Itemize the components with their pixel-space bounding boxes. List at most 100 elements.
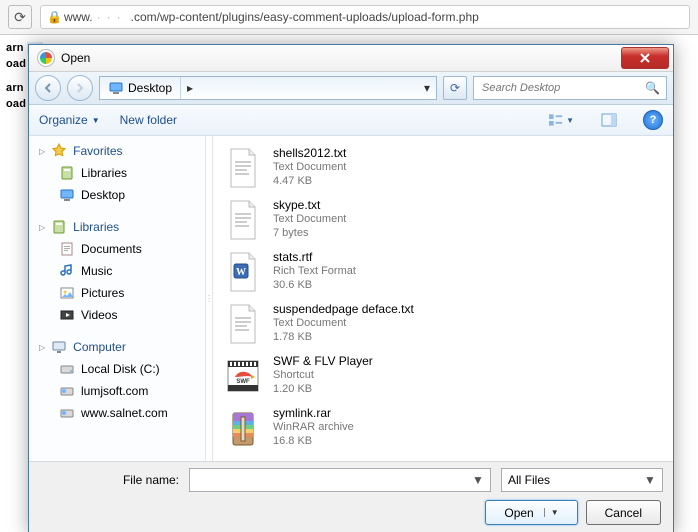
open-button[interactable]: Open ▼ [485,500,577,525]
file-name: symlink.rar [273,406,354,420]
search-input[interactable] [480,81,645,95]
pic-icon [59,285,75,301]
file-size: 16.8 KB [273,434,354,448]
file-filter[interactable]: All Files ▼ [501,468,663,492]
sidebar-item[interactable]: Pictures [29,282,205,304]
hdd-icon [59,361,75,377]
reload-button[interactable]: ⟳ [8,5,32,29]
url-prefix: www. [64,10,93,24]
file-kind: Text Document [273,316,414,330]
file-kind: Text Document [273,212,346,226]
net-icon [59,405,75,421]
sidebar-item[interactable]: www.salnet.com [29,402,205,424]
chevron-down-icon[interactable]: ▼ [470,472,486,488]
file-item[interactable]: symlink.rarWinRAR archive16.8 KB [217,402,669,454]
sidebar-item[interactable]: lumjsoft.com [29,380,205,402]
file-name: suspendedpage deface.txt [273,302,414,316]
location-bar[interactable]: Desktop ▸ ▾ [99,76,437,100]
file-name: stats.rtf [273,250,356,264]
file-item[interactable]: shells2012.txtText Document4.47 KB [217,142,669,194]
file-size: 7 bytes [273,226,346,240]
forward-button[interactable] [67,75,93,101]
sidebar-item[interactable]: Desktop [29,184,205,206]
open-split-icon[interactable]: ▼ [544,508,559,517]
sidebar-item[interactable]: Documents [29,238,205,260]
file-icon [223,406,263,450]
new-folder-button[interactable]: New folder [120,113,177,127]
file-icon [223,302,263,346]
preview-pane-button[interactable] [595,108,623,132]
file-item[interactable]: skype.txtText Document7 bytes [217,194,669,246]
sidebar-item[interactable]: Videos [29,304,205,326]
nav-row: Desktop ▸ ▾ ⟳ 🔍 [29,72,673,105]
search-icon: 🔍 [645,81,660,95]
dialog-footer: File name: ▼ All Files ▼ Open ▼ Cancel [29,461,673,532]
refresh-button[interactable]: ⟳ [443,76,467,100]
dialog-toolbar: Organize▼ New folder ▼ ? [29,105,673,136]
url-bar[interactable]: 🔒 www. ··· .com/wp-content/plugins/easy-… [40,5,690,29]
music-icon [59,263,75,279]
help-button[interactable]: ? [643,110,663,130]
file-size: 4.47 KB [273,174,346,188]
cancel-button[interactable]: Cancel [586,500,661,525]
vid-icon [59,307,75,323]
file-item[interactable]: suspendedpage deface.txtText Document1.7… [217,298,669,350]
file-item[interactable]: SWF SWF & FLV PlayerShortcut1.20 KB [217,350,669,402]
organize-menu[interactable]: Organize▼ [39,113,100,127]
chevron-right-icon[interactable]: ▸ [181,81,199,95]
file-size: 1.78 KB [273,330,414,344]
file-name: SWF & FLV Player [273,354,373,368]
file-list[interactable]: shells2012.txtText Document4.47 KBskype.… [213,136,673,461]
sidebar-group-libraries[interactable]: ▷Libraries [29,216,205,238]
back-button[interactable] [35,75,61,101]
dialog-body: ▷FavoritesLibrariesDesktop ▷LibrariesDocu… [29,136,673,461]
desktop-icon [59,187,75,203]
svg-text:SWF: SWF [236,379,250,385]
sidebar-item[interactable]: Local Disk (C:) [29,358,205,380]
file-name: shells2012.txt [273,146,346,160]
search-box[interactable]: 🔍 [473,76,667,100]
sidebar[interactable]: ▷FavoritesLibrariesDesktop ▷LibrariesDocu… [29,136,206,461]
file-icon [223,146,263,190]
filename-label: File name: [39,473,179,487]
close-icon [639,52,651,64]
sidebar-item[interactable]: Music [29,260,205,282]
location-crumb-desktop[interactable]: Desktop [100,77,181,99]
file-icon: SWF [223,354,263,398]
sidebar-group-computer[interactable]: ▷Computer [29,336,205,358]
view-mode-button[interactable]: ▼ [547,108,575,132]
doc-icon [59,241,75,257]
sidebar-group-favorites[interactable]: ▷Favorites [29,140,205,162]
file-icon [223,198,263,242]
file-kind: Text Document [273,160,346,174]
url-suffix: .com/wp-content/plugins/easy-comment-upl… [131,10,479,24]
file-item[interactable]: Wstats.rtfRich Text Format30.6 KB [217,246,669,298]
libraries-icon [51,219,67,235]
open-file-dialog: Open Desktop ▸ ▾ ⟳ 🔍 Orga [28,44,674,532]
chrome-icon [37,49,55,67]
dialog-titlebar: Open [29,45,673,72]
file-icon: W [223,250,263,294]
close-button[interactable] [621,47,669,69]
desktop-icon [108,80,124,96]
star-icon [51,143,67,159]
chevron-icon: ▷ [39,343,45,352]
file-kind: Shortcut [273,368,373,382]
libraries-icon [59,165,75,181]
sidebar-item[interactable]: Libraries [29,162,205,184]
filename-combo[interactable]: ▼ [189,468,491,492]
file-size: 30.6 KB [273,278,356,292]
file-name: skype.txt [273,198,346,212]
filename-input[interactable] [196,472,470,488]
svg-text:W: W [236,267,246,278]
dialog-title: Open [61,51,90,65]
location-dropdown-icon[interactable]: ▾ [418,81,436,95]
file-kind: Rich Text Format [273,264,356,278]
chevron-icon: ▷ [39,223,45,232]
chevron-down-icon[interactable]: ▼ [642,472,658,488]
net-icon [59,383,75,399]
file-size: 1.20 KB [273,382,373,396]
sidebar-resizer[interactable]: ⋮ [206,136,213,461]
computer-icon [51,339,67,355]
file-kind: WinRAR archive [273,420,354,434]
